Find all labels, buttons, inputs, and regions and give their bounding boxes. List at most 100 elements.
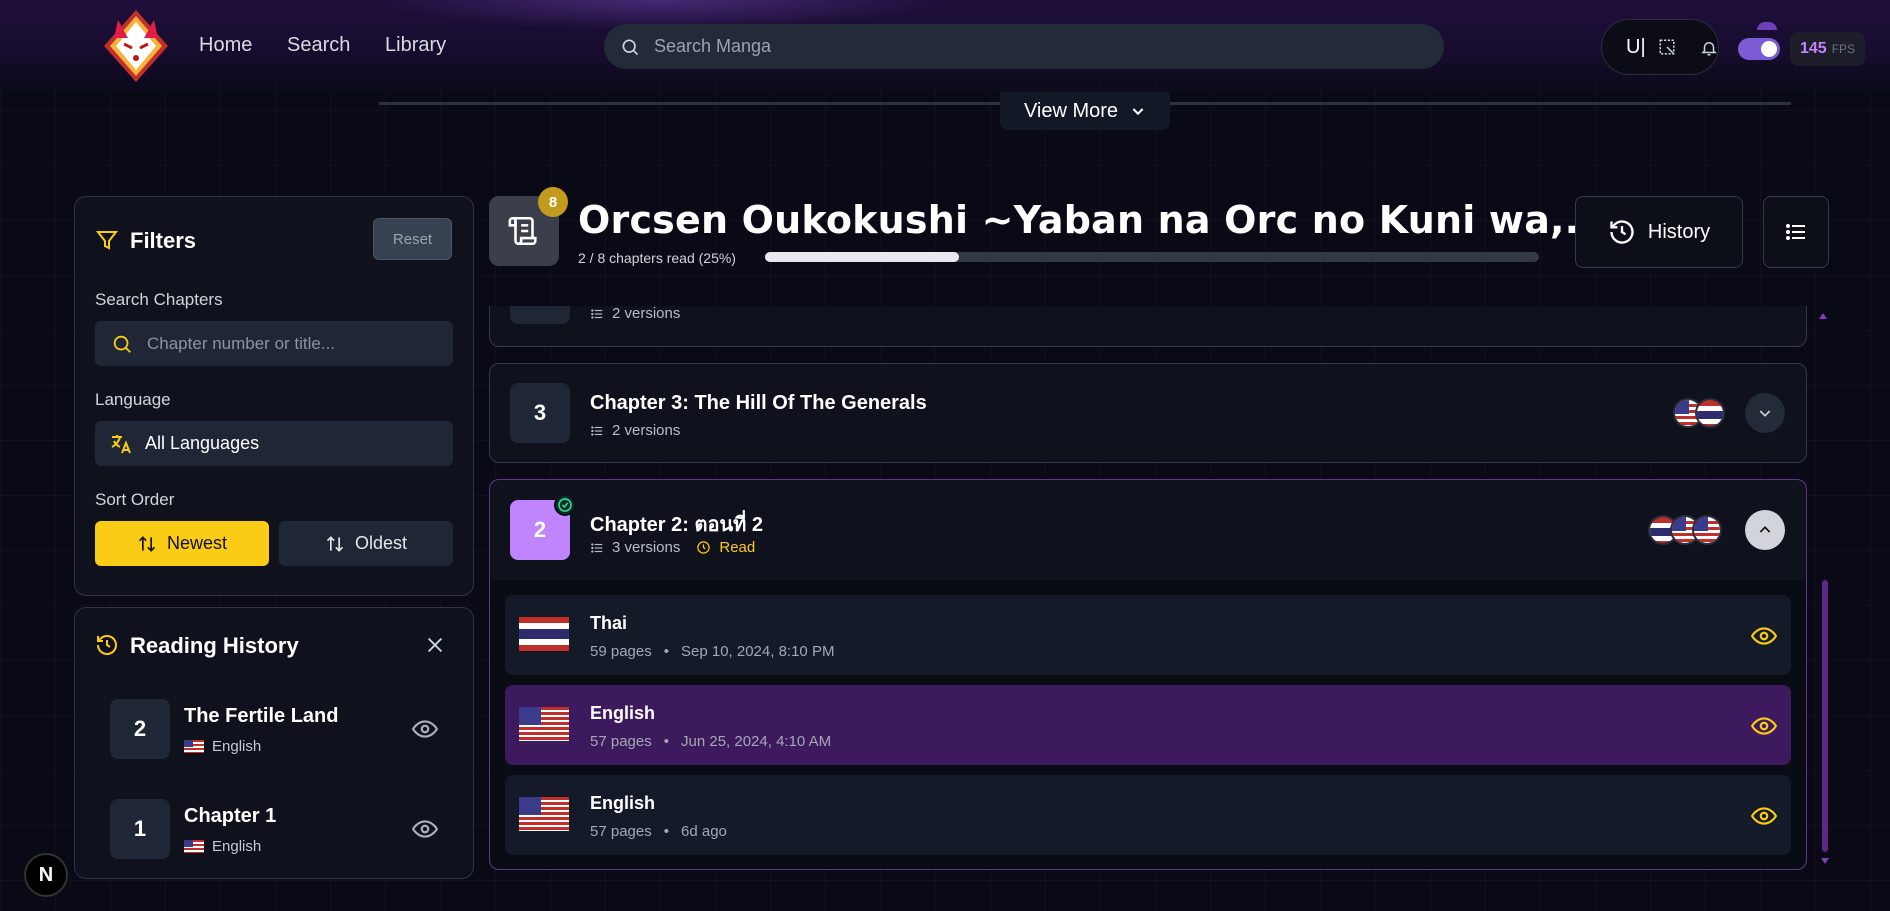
manga-title: Orcsen Oukokushi ~Yaban na Orc no Kuni w… bbox=[578, 198, 1609, 242]
sort-newest-button[interactable]: Newest bbox=[95, 521, 269, 566]
bell-icon[interactable] bbox=[1700, 38, 1718, 58]
version-row-english-1[interactable]: English 57 pages • Jun 25, 2024, 4:10 AM bbox=[505, 685, 1791, 765]
eye-icon[interactable] bbox=[1751, 803, 1777, 829]
history-icon bbox=[1610, 220, 1634, 244]
history-item-title[interactable]: The Fertile Land bbox=[184, 705, 338, 728]
search-icon bbox=[622, 39, 639, 55]
chevron-down-icon bbox=[1759, 410, 1771, 417]
language-label: Language bbox=[95, 390, 171, 409]
us-flag-icon bbox=[519, 707, 569, 741]
version-date: 6d ago bbox=[681, 823, 727, 840]
reset-button[interactable]: Reset bbox=[373, 218, 452, 260]
expand-chevron-button[interactable] bbox=[1745, 393, 1785, 433]
version-row-english-2[interactable]: English 57 pages • 6d ago bbox=[505, 775, 1791, 855]
fps-label: FPS bbox=[1831, 42, 1856, 56]
language-select[interactable]: All Languages bbox=[95, 421, 453, 466]
versions-count: 2 versions bbox=[612, 305, 681, 322]
progress-text: 2 / 8 chapters read (25%) bbox=[578, 250, 736, 266]
list-icon bbox=[591, 308, 603, 319]
history-item-language: English bbox=[184, 738, 261, 755]
search-icon bbox=[113, 335, 131, 353]
language-value: All Languages bbox=[145, 433, 260, 453]
version-date: Sep 10, 2024, 8:10 PM bbox=[681, 643, 835, 660]
version-pages: 59 pages bbox=[590, 643, 652, 660]
eye-icon[interactable] bbox=[1751, 623, 1777, 649]
sort-icon bbox=[326, 535, 344, 552]
sort-newest-label: Newest bbox=[166, 533, 228, 553]
version-language: Thai bbox=[590, 613, 628, 633]
chapter-language-flags bbox=[1673, 398, 1725, 428]
dev-tools-badge[interactable]: N bbox=[24, 853, 68, 897]
filter-icon bbox=[95, 231, 119, 250]
list-icon bbox=[591, 542, 603, 553]
meta-separator: • bbox=[663, 733, 669, 750]
collapse-chevron-button[interactable] bbox=[1745, 510, 1785, 550]
history-item-title[interactable]: Chapter 1 bbox=[184, 805, 276, 828]
version-language: English bbox=[590, 703, 656, 723]
version-meta: 59 pages • Sep 10, 2024, 8:10 PM bbox=[590, 643, 834, 660]
check-circle-icon bbox=[558, 498, 572, 512]
version-pages: 57 pages bbox=[590, 823, 652, 840]
chapter-versions: 2 versions bbox=[590, 422, 680, 439]
user-initial: U| bbox=[1626, 36, 1646, 58]
sort-icon bbox=[138, 535, 156, 552]
view-more-label: View More bbox=[1023, 99, 1119, 122]
us-flag-icon bbox=[184, 740, 204, 753]
versions-scrollbar[interactable] bbox=[1822, 580, 1828, 852]
filters-title: Filters bbox=[130, 228, 197, 253]
version-row-thai[interactable]: Thai 59 pages • Sep 10, 2024, 8:10 PM bbox=[505, 595, 1791, 675]
versions-count: 2 versions bbox=[612, 422, 681, 439]
history-item-number[interactable]: 1 bbox=[110, 799, 170, 859]
sort-order-label: Sort Order bbox=[95, 490, 175, 509]
us-flag-icon bbox=[519, 797, 569, 831]
fps-value: 145 bbox=[1800, 40, 1827, 57]
sort-oldest-label: Oldest bbox=[354, 533, 408, 553]
scroll-down-icon[interactable] bbox=[1820, 857, 1830, 865]
search-bar[interactable]: Search Manga bbox=[604, 24, 1444, 69]
us-flag-icon bbox=[184, 840, 204, 853]
meta-separator: • bbox=[663, 823, 669, 840]
eye-icon[interactable] bbox=[1751, 713, 1777, 739]
chapter-versions: 3 versions Read bbox=[590, 539, 755, 556]
history-item-lang-label: English bbox=[212, 738, 262, 755]
nav-library[interactable]: Library bbox=[385, 34, 446, 57]
history-item-number[interactable]: 2 bbox=[110, 699, 170, 759]
version-language: English bbox=[590, 793, 656, 813]
nav-search[interactable]: Search bbox=[287, 34, 350, 57]
chapter-number: 3 bbox=[510, 383, 570, 443]
versions-count: 3 versions bbox=[612, 539, 681, 556]
history-icon bbox=[97, 635, 117, 655]
chapter-search-input[interactable]: Chapter number or title... bbox=[95, 321, 453, 366]
nav-home[interactable]: Home bbox=[199, 34, 252, 57]
history-item-language: English bbox=[184, 838, 261, 855]
sort-oldest-button[interactable]: Oldest bbox=[279, 521, 453, 566]
reading-progress-fill bbox=[765, 252, 959, 262]
fox-logo-icon[interactable] bbox=[98, 8, 174, 84]
history-item-lang-label: English bbox=[212, 838, 262, 855]
eye-icon[interactable] bbox=[412, 816, 438, 842]
chapter-language-flags bbox=[1648, 515, 1722, 545]
selection-icon[interactable] bbox=[1658, 38, 1676, 56]
eye-icon[interactable] bbox=[412, 716, 438, 742]
chapter-card-partial[interactable] bbox=[489, 306, 1807, 347]
view-more-button[interactable]: View More bbox=[1000, 92, 1170, 130]
meta-separator: • bbox=[663, 643, 669, 660]
version-date: Jun 25, 2024, 4:10 AM bbox=[681, 733, 832, 750]
version-meta: 57 pages • 6d ago bbox=[590, 823, 727, 840]
translate-icon bbox=[111, 434, 131, 453]
close-icon[interactable] bbox=[424, 634, 446, 656]
history-button[interactable]: History bbox=[1575, 196, 1743, 268]
list-view-button[interactable] bbox=[1763, 196, 1829, 268]
us-flag-icon bbox=[1692, 515, 1722, 545]
chapter-search-placeholder: Chapter number or title... bbox=[147, 333, 336, 353]
toggle-knob bbox=[1761, 41, 1777, 57]
fps-counter: 145 FPS bbox=[1790, 32, 1866, 66]
read-status: Read bbox=[719, 539, 756, 556]
chapter-title: Chapter 3: The Hill Of The Generals bbox=[590, 392, 927, 414]
scroll-up-icon[interactable] bbox=[1818, 312, 1828, 320]
theme-toggle[interactable] bbox=[1738, 38, 1780, 60]
thai-flag-icon bbox=[519, 617, 569, 651]
history-button-label: History bbox=[1647, 220, 1711, 243]
read-check-badge bbox=[554, 494, 576, 516]
chapter-title: Chapter 2: ตอนที่ 2 bbox=[590, 514, 763, 536]
